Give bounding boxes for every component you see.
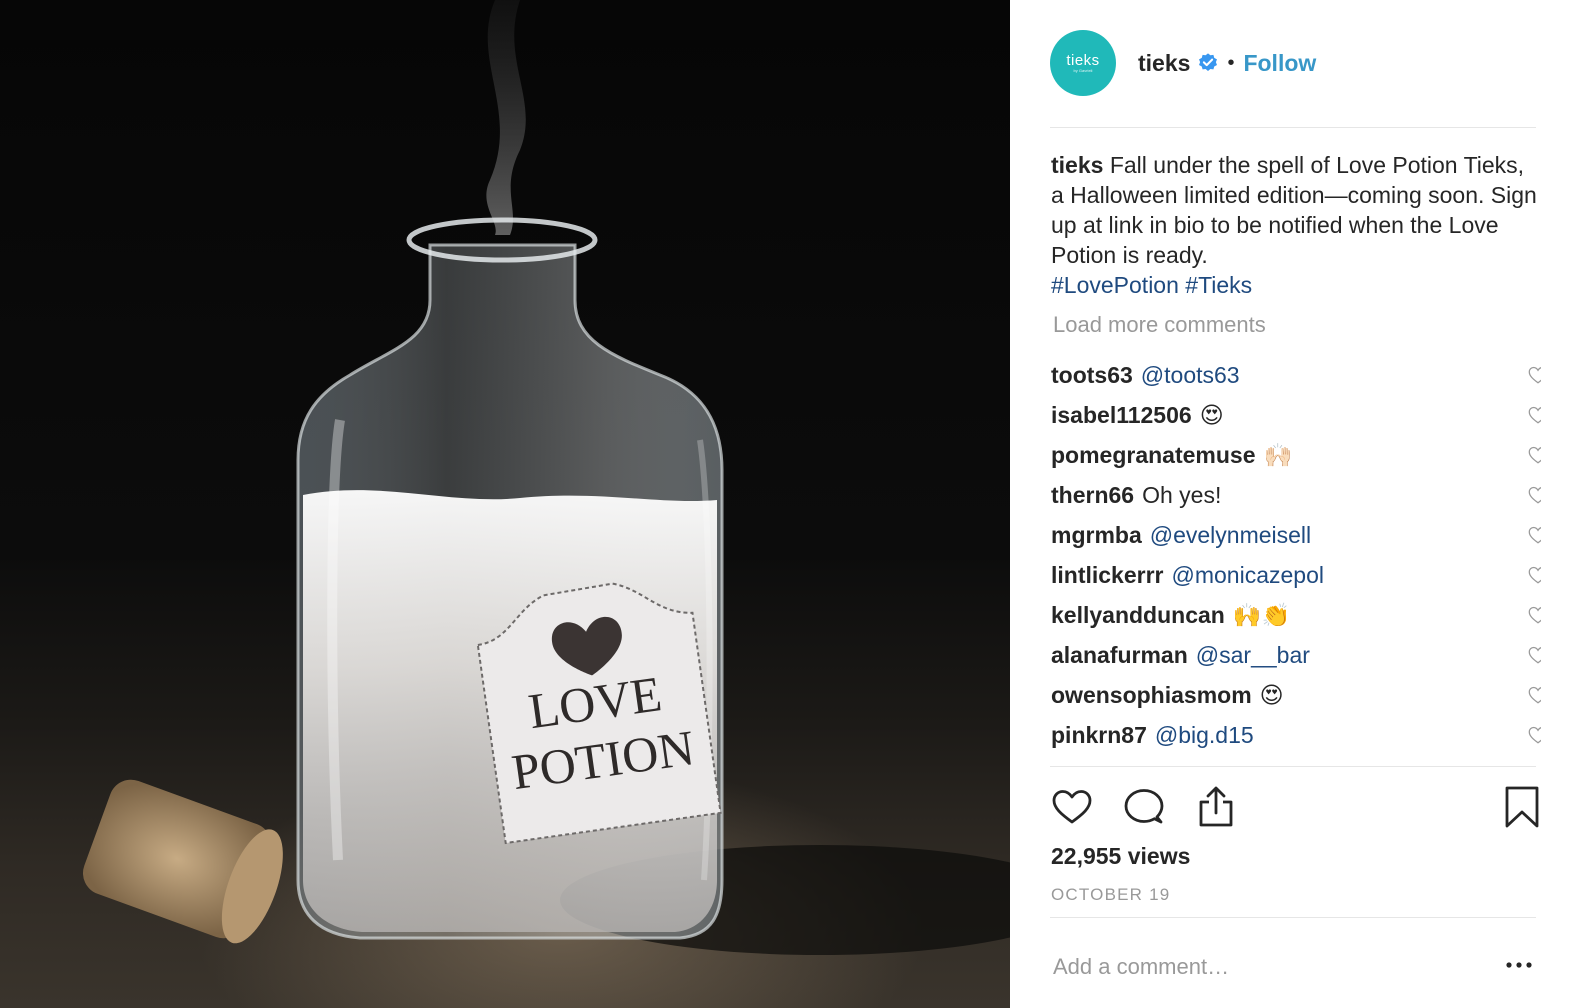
comment-like-heart-icon[interactable] — [1527, 484, 1541, 506]
comment-username[interactable]: kellyandduncan — [1051, 602, 1225, 629]
comment-username[interactable]: pomegranatemuse — [1051, 442, 1256, 469]
divider — [1050, 917, 1536, 918]
comment-text: Oh yes! — [1142, 481, 1222, 508]
comment-like-heart-icon[interactable] — [1527, 524, 1541, 546]
post-details-panel: tieks by Gavrieli tieks • Follow tieks F… — [1010, 0, 1576, 1008]
comment-like-heart-icon[interactable] — [1527, 564, 1541, 586]
separator-dot: • — [1227, 51, 1235, 74]
comment-text[interactable]: @evelynmeisell — [1150, 522, 1311, 549]
comment-username[interactable]: owensophiasmom — [1051, 682, 1252, 709]
comment-like-heart-icon[interactable] — [1527, 604, 1541, 626]
header-username[interactable]: tieks — [1138, 50, 1190, 77]
comment-username[interactable]: thern66 — [1051, 482, 1134, 509]
comment-like-heart-icon[interactable] — [1527, 644, 1541, 666]
post-actions — [1050, 785, 1540, 835]
comment-username[interactable]: mgrmba — [1051, 522, 1142, 549]
comment-text[interactable]: @toots63 — [1141, 362, 1240, 389]
comment-text[interactable]: @big.d15 — [1155, 722, 1254, 749]
comment-text[interactable]: @monicazepol — [1172, 562, 1324, 589]
hashtag[interactable]: #Tieks — [1185, 272, 1252, 298]
comment-username[interactable]: pinkrn87 — [1051, 722, 1147, 749]
view-count[interactable]: 22,955 views — [1051, 843, 1190, 870]
comment-username[interactable]: lintlickerrr — [1051, 562, 1164, 589]
avatar-logo-text: tieks — [1066, 51, 1100, 69]
comment-text: 🙌👏 — [1232, 601, 1291, 628]
share-icon[interactable] — [1194, 785, 1238, 829]
heart-icon[interactable] — [1050, 785, 1094, 829]
post-header: tieks by Gavrieli tieks • Follow — [1050, 30, 1540, 96]
love-potion-bottle-photo: LOVE POTION — [82, 0, 1010, 955]
comment-row: mgrmba @evelynmeisell — [1051, 515, 1541, 555]
comment-like-heart-icon[interactable] — [1527, 444, 1541, 466]
follow-button[interactable]: Follow — [1243, 50, 1316, 77]
comment-row: kellyandduncan 🙌👏 — [1051, 595, 1541, 635]
avatar[interactable]: tieks by Gavrieli — [1050, 30, 1116, 96]
comment-row: isabel112506 😍 — [1051, 395, 1541, 435]
comment-icon[interactable] — [1122, 785, 1166, 829]
divider — [1050, 127, 1536, 128]
comment-row: thern66 Oh yes! — [1051, 475, 1541, 515]
caption-text: Fall under the spell of Love Potion Tiek… — [1051, 152, 1537, 268]
comment-text: 🙌🏻 — [1263, 441, 1293, 468]
comment-row: owensophiasmom 😍 — [1051, 675, 1541, 715]
post-caption: tieks Fall under the spell of Love Potio… — [1051, 150, 1539, 300]
comment-username[interactable]: isabel112506 — [1051, 402, 1192, 429]
comments-list: toots63 @toots63 isabel112506 😍 pomegran… — [1051, 355, 1541, 766]
comment-like-heart-icon[interactable] — [1527, 404, 1541, 426]
comment-row: alanafurman @sar__bar — [1051, 635, 1541, 675]
comment-text[interactable]: @sar__bar — [1196, 642, 1310, 669]
avatar-logo-subtext: by Gavrieli — [1073, 67, 1093, 73]
bookmark-icon[interactable] — [1500, 785, 1544, 829]
add-comment-input[interactable] — [1053, 950, 1413, 984]
comment-like-heart-icon[interactable] — [1527, 364, 1541, 386]
post-date: OCTOBER 19 — [1051, 885, 1171, 904]
verified-badge-icon — [1199, 53, 1218, 71]
comment-row: pomegranatemuse 🙌🏻 — [1051, 435, 1541, 475]
hashtag[interactable]: #LovePotion — [1051, 272, 1179, 298]
comment-text: 😍 — [1199, 401, 1224, 428]
caption-username[interactable]: tieks — [1051, 152, 1103, 178]
comment-like-heart-icon[interactable] — [1527, 684, 1541, 706]
comment-username[interactable]: toots63 — [1051, 362, 1133, 389]
divider — [1050, 766, 1536, 767]
comment-row: lintlickerrr @monicazepol — [1051, 555, 1541, 595]
comment-text: 😍 — [1259, 681, 1284, 708]
more-options-icon[interactable] — [1504, 955, 1534, 975]
comment-like-heart-icon[interactable] — [1527, 724, 1541, 746]
comment-row: toots63 @toots63 — [1051, 355, 1541, 395]
comment-row: pinkrn87 @big.d15 — [1051, 715, 1541, 755]
load-more-comments-button[interactable]: Load more comments — [1053, 312, 1266, 338]
comment-username[interactable]: alanafurman — [1051, 642, 1188, 669]
post-image[interactable]: LOVE POTION — [0, 0, 1010, 1008]
